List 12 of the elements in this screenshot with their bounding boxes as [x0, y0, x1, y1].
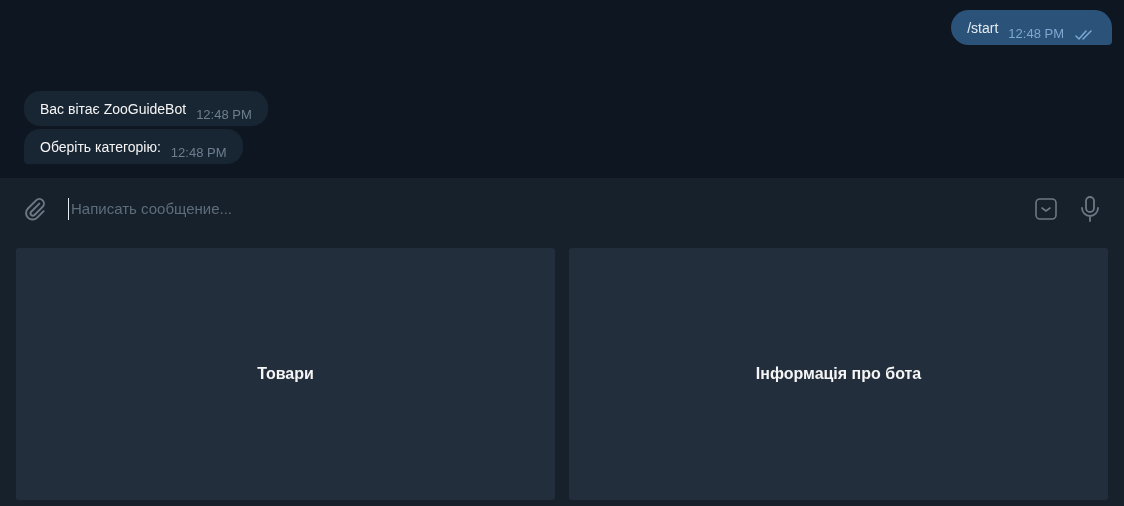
message-text: Вас вітає ZooGuideBot: [40, 100, 187, 119]
message-time: 12:48 PM: [1008, 24, 1064, 43]
keyboard-button[interactable]: Інформація про бота: [569, 248, 1108, 500]
keyboard-button[interactable]: Товари: [16, 248, 555, 500]
keyboard-toggle-icon[interactable]: [1034, 197, 1058, 221]
message-text: Оберіть категорію:: [40, 138, 161, 157]
message-time: 12:48 PM: [170, 143, 227, 162]
message-time: 12:48 PM: [196, 105, 252, 124]
message-input[interactable]: Написать сообщение...: [68, 197, 1014, 221]
microphone-icon[interactable]: [1078, 195, 1102, 223]
message-text: /start: [967, 19, 999, 38]
paperclip-icon[interactable]: [22, 196, 48, 222]
